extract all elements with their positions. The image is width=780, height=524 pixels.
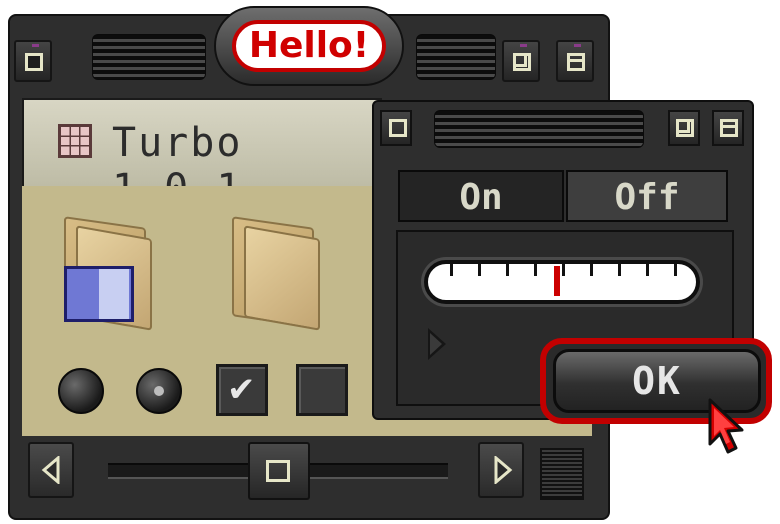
- gauge-tick: [618, 264, 621, 276]
- gauge-tick: [646, 264, 649, 276]
- segment-off[interactable]: Off: [566, 170, 728, 222]
- gauge-slider[interactable]: [424, 260, 700, 304]
- grid-icon: [58, 124, 92, 158]
- collapse-box-button[interactable]: [556, 40, 594, 82]
- gauge-tick: [534, 264, 537, 276]
- radio-button-selected[interactable]: [136, 368, 182, 414]
- title-grille-right[interactable]: [416, 34, 496, 80]
- checkmark-icon: ✔: [227, 370, 256, 410]
- dialog-title-grille[interactable]: [434, 110, 644, 148]
- gauge-tick: [478, 264, 481, 276]
- arrow-left-icon: [41, 456, 60, 484]
- window-indicator-dot: [520, 44, 527, 47]
- collapse-box-icon: [720, 119, 738, 137]
- collapse-box-icon: [567, 53, 585, 71]
- zoom-box-icon: [676, 119, 694, 137]
- finder-face-icon: [64, 266, 134, 322]
- checkbox-unchecked[interactable]: [296, 364, 348, 416]
- hello-badge-label: Hello!: [232, 20, 386, 72]
- dialog-zoom-box[interactable]: [668, 110, 700, 146]
- arrow-right-icon: [494, 456, 513, 484]
- scroll-right-button[interactable]: [478, 442, 524, 498]
- title-grille-left[interactable]: [92, 34, 206, 80]
- resize-grow-box[interactable]: [540, 448, 584, 500]
- gauge-needle[interactable]: [553, 266, 560, 296]
- close-box-icon: [389, 119, 407, 137]
- scroll-left-button[interactable]: [28, 442, 74, 498]
- segment-on[interactable]: On: [398, 170, 564, 222]
- disclosure-triangle-icon[interactable]: [428, 328, 446, 360]
- zoom-box-button[interactable]: [502, 40, 540, 82]
- window-header: Turbo 1.0.1: [22, 98, 382, 212]
- close-box-button[interactable]: [14, 40, 52, 82]
- gauge-tick: [562, 264, 565, 276]
- gauge-tick: [506, 264, 509, 276]
- folder-icon[interactable]: [224, 214, 324, 331]
- gauge-tick: [450, 264, 453, 276]
- gauge-tick: [674, 264, 677, 276]
- radio-button-unselected[interactable]: [58, 368, 104, 414]
- mouse-pointer-icon: [708, 398, 744, 454]
- zoom-box-icon: [513, 53, 531, 71]
- gauge-tick: [590, 264, 593, 276]
- scroll-thumb-grip: [266, 460, 290, 482]
- window-indicator-dot: [32, 44, 39, 47]
- checkbox-checked[interactable]: ✔: [216, 364, 268, 416]
- radio-pip: [154, 386, 164, 396]
- dialog-close-box[interactable]: [380, 110, 412, 146]
- window-indicator-dot: [574, 44, 581, 47]
- scroll-thumb[interactable]: [248, 442, 310, 500]
- close-box-icon: [25, 53, 43, 71]
- dialog-collapse-box[interactable]: [712, 110, 744, 146]
- hello-badge: Hello!: [214, 6, 404, 86]
